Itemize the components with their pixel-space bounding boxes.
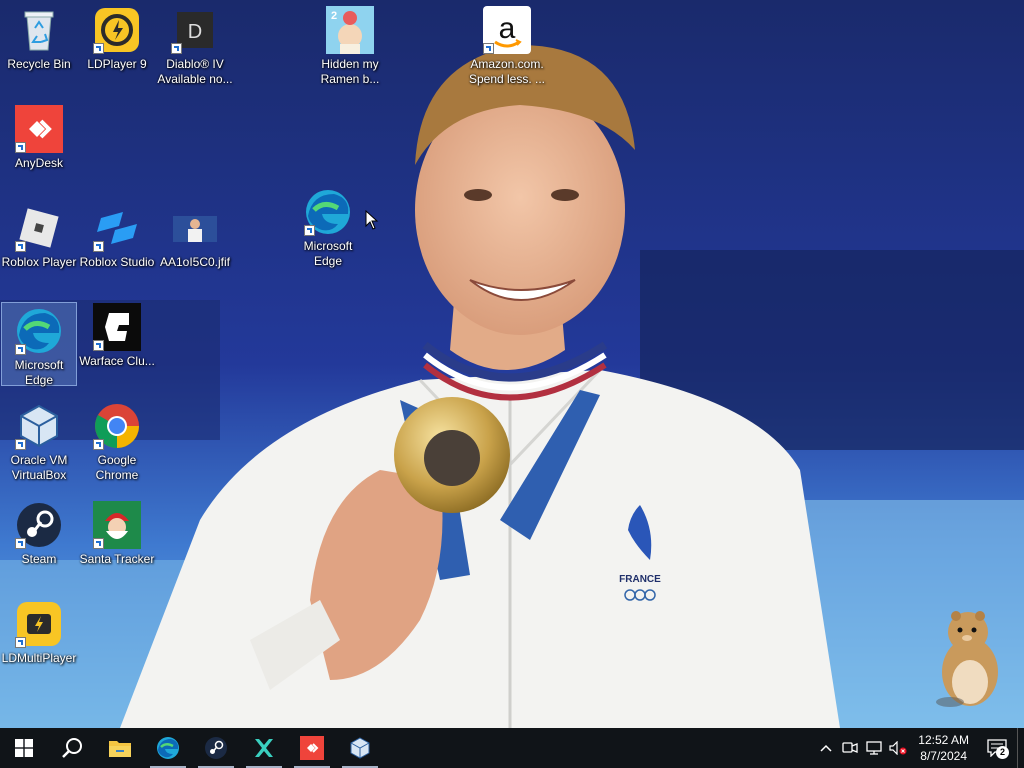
file-explorer-icon [109, 741, 131, 757]
image-file-icon [173, 216, 217, 242]
taskbar-anydesk[interactable] [288, 728, 336, 768]
windows-start-icon [15, 739, 33, 757]
action-center-button[interactable]: 2 [977, 728, 1017, 768]
search-button[interactable] [48, 728, 96, 768]
icon-label: LDMultiPlayer [1, 651, 77, 665]
desktop-icon-ldmultiplayer[interactable]: LDMultiPlayer [1, 596, 77, 680]
desktop-icon-ldplayer[interactable]: LDPlayer 9 [79, 2, 155, 86]
desktop-icon-steam[interactable]: Steam [1, 497, 77, 581]
icon-label: AA1oI5C0.jfif [159, 255, 231, 269]
svg-text:2: 2 [331, 10, 337, 22]
desktop-icon-chrome[interactable]: Google Chrome [79, 398, 155, 482]
icon-label: Hidden my Ramen b... [320, 57, 380, 86]
search-icon [62, 738, 82, 758]
svg-text:D: D [188, 21, 202, 43]
taskbar-virtualbox[interactable] [336, 728, 384, 768]
icon-label: Diablo® IV Available no... [157, 57, 233, 86]
desktop-icon-edge-2[interactable]: Microsoft Edge [290, 184, 366, 268]
icon-label: Warface Clu... [79, 354, 155, 368]
mouse-cursor [365, 210, 379, 230]
taskbar-steam[interactable] [192, 728, 240, 768]
svg-text:a: a [499, 12, 516, 45]
show-hidden-icons-button[interactable] [814, 728, 838, 768]
start-button[interactable] [0, 728, 48, 768]
icon-label: Microsoft Edge [303, 239, 353, 268]
volume-muted-icon [889, 741, 907, 755]
desktop-icon-edge-1[interactable]: Microsoft Edge [1, 302, 77, 387]
icon-label: Santa Tracker [79, 552, 155, 566]
desktop-icon-diablo[interactable]: D Diablo® IV Available no... [157, 2, 233, 86]
desktop-icon-santa-tracker[interactable]: Santa Tracker [79, 497, 155, 581]
icon-label: LDPlayer 9 [87, 57, 147, 71]
taskbar-x-app[interactable] [240, 728, 288, 768]
network-icon [866, 741, 882, 755]
system-tray: 12:52 AM 8/7/2024 2 [814, 728, 1024, 768]
clock-time: 12:52 AM [918, 733, 969, 747]
desktop-icon-recycle-bin[interactable]: Recycle Bin [1, 2, 77, 86]
x-app-icon [255, 739, 273, 757]
anydesk-icon [300, 736, 324, 760]
icon-label: Microsoft Edge [14, 358, 64, 387]
taskbar-edge[interactable] [144, 728, 192, 768]
ramen-game-icon: 2 [326, 6, 374, 54]
hamster-pet[interactable] [920, 602, 1010, 710]
show-desktop-button[interactable] [1017, 728, 1024, 768]
taskbar: 12:52 AM 8/7/2024 2 [0, 728, 1024, 768]
steam-icon [205, 737, 227, 759]
desktop-icon-ramen-game[interactable]: 2 Hidden my Ramen b... [312, 2, 388, 86]
desktop-icon-anydesk[interactable]: AnyDesk [1, 101, 77, 185]
edge-icon [157, 737, 179, 759]
taskbar-file-explorer[interactable] [96, 728, 144, 768]
icon-label: Roblox Player [1, 255, 77, 269]
desktop-icon-roblox-studio[interactable]: Roblox Studio [79, 200, 155, 284]
icon-label: Google Chrome [95, 453, 139, 482]
webcam-icon [842, 742, 858, 753]
tray-network[interactable] [862, 728, 886, 768]
clock-date: 8/7/2024 [920, 749, 967, 763]
clock[interactable]: 12:52 AM 8/7/2024 [910, 732, 977, 764]
desktop-icon-roblox-player[interactable]: Roblox Player [1, 200, 77, 284]
virtualbox-icon [350, 737, 370, 759]
tray-meet-now[interactable] [838, 728, 862, 768]
icon-label: Roblox Studio [79, 255, 155, 269]
tray-volume[interactable] [886, 728, 910, 768]
icon-label: Steam [21, 552, 57, 566]
chevron-up-icon [820, 744, 832, 752]
icon-label: Recycle Bin [7, 57, 71, 71]
desktop-icon-image-file[interactable]: AA1oI5C0.jfif [157, 200, 233, 284]
recycle-bin-icon [24, 11, 54, 51]
desktop-icon-warface[interactable]: Warface Clu... [79, 299, 155, 383]
icon-label: Amazon.com. Spend less. ... [468, 57, 546, 86]
notification-count-badge: 2 [996, 746, 1009, 759]
desktop-icon-amazon[interactable]: a Amazon.com. Spend less. ... [469, 2, 545, 86]
icon-label: AnyDesk [14, 156, 64, 170]
desktop-icon-virtualbox[interactable]: Oracle VM VirtualBox [1, 398, 77, 482]
icon-label: Oracle VM VirtualBox [10, 453, 68, 482]
france-text: FRANCE [619, 574, 661, 585]
